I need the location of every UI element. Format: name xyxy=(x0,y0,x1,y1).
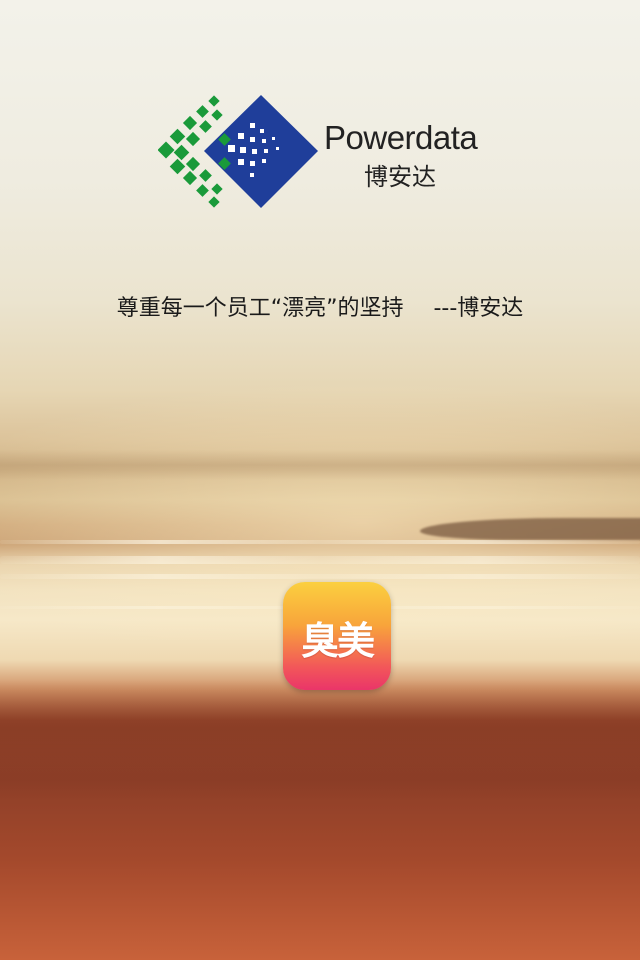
app-icon-label: 臭美 xyxy=(300,619,375,663)
app-logo-icon: 臭美 xyxy=(283,582,391,690)
brand-name-cn: 博安达 xyxy=(364,163,436,191)
slogan-text: 尊重每一个员工“漂亮”的坚持 xyxy=(116,296,404,321)
horizon xyxy=(0,450,640,480)
brand-name-en: Powerdata xyxy=(324,119,478,156)
wave xyxy=(0,556,640,564)
company-logo: Powerdata 博安达 xyxy=(158,93,490,211)
wave xyxy=(0,574,640,579)
slogan-signature: ---博安达 xyxy=(433,296,524,321)
shore-shadow xyxy=(0,680,640,800)
slogan: 尊重每一个员工“漂亮”的坚持 ---博安达 xyxy=(0,290,640,322)
powerdata-logo-icon xyxy=(158,95,318,208)
wave xyxy=(0,540,640,544)
splash-screen: Powerdata 博安达 尊重每一个员工“漂亮”的坚持 ---博安达 臭美 xyxy=(0,0,640,960)
